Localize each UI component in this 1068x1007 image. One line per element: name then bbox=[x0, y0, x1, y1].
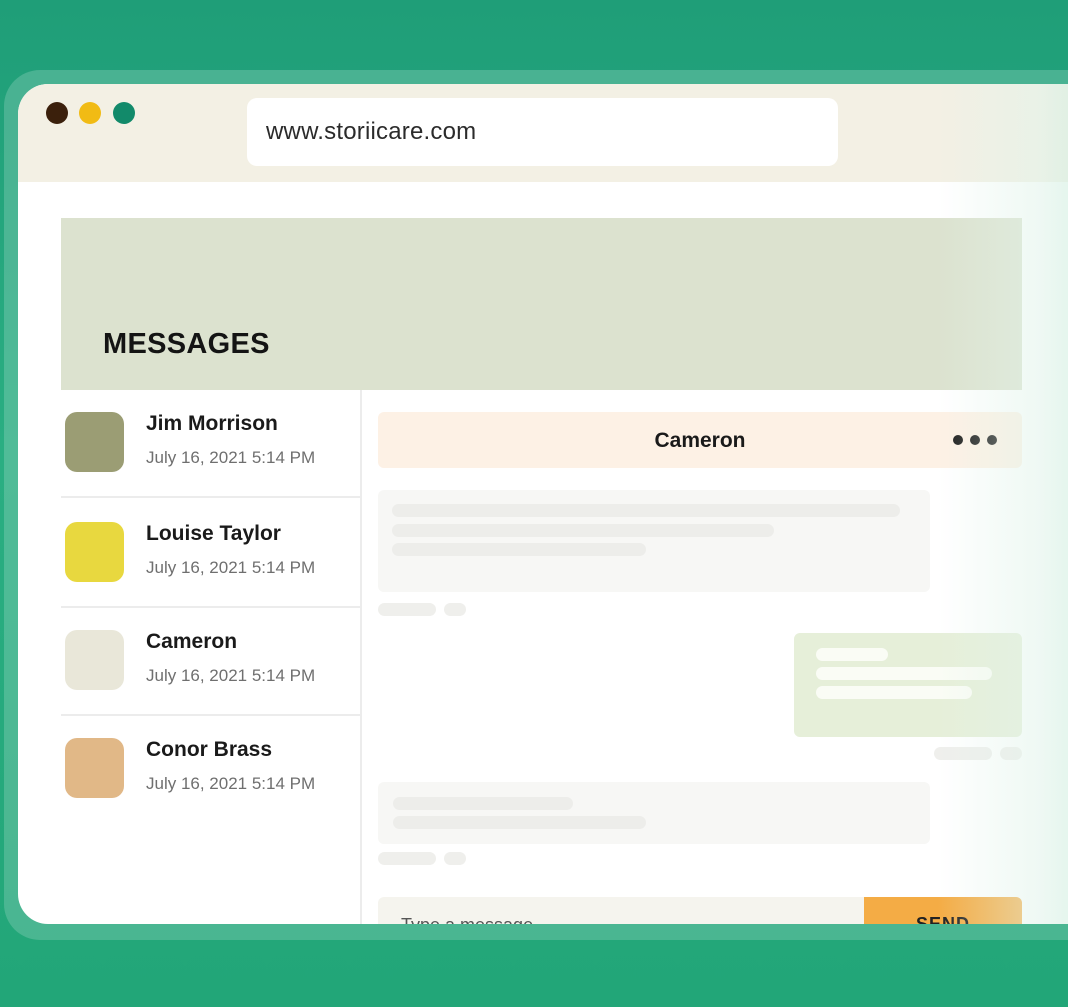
address-bar[interactable]: www.storiicare.com bbox=[247, 98, 838, 166]
address-bar-url: www.storiicare.com bbox=[266, 118, 477, 145]
contact-item-louise-taylor[interactable]: Louise Taylor July 16, 2021 5:14 PM bbox=[61, 500, 360, 608]
message-input[interactable]: Type a message... bbox=[401, 915, 548, 924]
incoming-message-bubble bbox=[378, 490, 930, 592]
message-meta-placeholder bbox=[444, 852, 466, 865]
messages-banner: MESSAGES bbox=[61, 218, 1022, 390]
message-text-placeholder bbox=[393, 797, 573, 810]
more-options-icon[interactable] bbox=[953, 432, 997, 448]
message-meta-placeholder bbox=[934, 747, 992, 760]
message-text-placeholder bbox=[392, 504, 900, 517]
avatar bbox=[65, 738, 124, 798]
message-text-placeholder bbox=[816, 686, 972, 699]
avatar bbox=[65, 630, 124, 690]
chat-panel: Cameron Type a message. bbox=[362, 390, 1062, 924]
message-text-placeholder bbox=[392, 524, 774, 537]
message-composer: Type a message... SEND bbox=[378, 897, 1022, 924]
contact-name: Jim Morrison bbox=[146, 412, 278, 435]
contact-timestamp: July 16, 2021 5:14 PM bbox=[146, 558, 316, 577]
contact-name: Louise Taylor bbox=[146, 522, 281, 545]
message-text-placeholder bbox=[393, 816, 646, 829]
page-title: MESSAGES bbox=[103, 328, 270, 360]
chat-title: Cameron bbox=[654, 429, 746, 452]
contact-name: Cameron bbox=[146, 630, 238, 653]
window-minimize-dot[interactable] bbox=[79, 102, 101, 124]
contact-timestamp: July 16, 2021 5:14 PM bbox=[146, 666, 316, 685]
message-text-placeholder bbox=[816, 648, 888, 661]
contact-item-conor-brass[interactable]: Conor Brass July 16, 2021 5:14 PM bbox=[61, 716, 360, 824]
contact-list: Jim Morrison July 16, 2021 5:14 PM Louis… bbox=[61, 390, 361, 924]
browser-window: www.storiicare.com MESSAGES Jim Morrison… bbox=[18, 84, 1068, 924]
message-meta-placeholder bbox=[378, 603, 436, 616]
message-meta-placeholder bbox=[1000, 747, 1022, 760]
avatar bbox=[65, 522, 124, 582]
window-close-dot[interactable] bbox=[46, 102, 68, 124]
send-button[interactable]: SEND bbox=[864, 897, 1022, 924]
contact-name: Conor Brass bbox=[146, 738, 273, 761]
message-text-placeholder bbox=[392, 543, 646, 556]
message-text-placeholder bbox=[816, 667, 992, 680]
browser-chrome: www.storiicare.com bbox=[18, 84, 1068, 182]
incoming-message-bubble bbox=[378, 782, 930, 844]
message-meta-placeholder bbox=[378, 852, 436, 865]
outgoing-message-bubble bbox=[794, 633, 1022, 737]
contact-item-jim-morrison[interactable]: Jim Morrison July 16, 2021 5:14 PM bbox=[61, 390, 360, 498]
dot-icon bbox=[953, 435, 963, 445]
contact-item-cameron[interactable]: Cameron July 16, 2021 5:14 PM bbox=[61, 608, 360, 716]
window-maximize-dot[interactable] bbox=[113, 102, 135, 124]
contact-timestamp: July 16, 2021 5:14 PM bbox=[146, 774, 316, 793]
contact-timestamp: July 16, 2021 5:14 PM bbox=[146, 448, 316, 467]
message-meta-placeholder bbox=[444, 603, 466, 616]
dot-icon bbox=[970, 435, 980, 445]
avatar bbox=[65, 412, 124, 472]
dot-icon bbox=[987, 435, 997, 445]
chat-header: Cameron bbox=[378, 412, 1022, 468]
